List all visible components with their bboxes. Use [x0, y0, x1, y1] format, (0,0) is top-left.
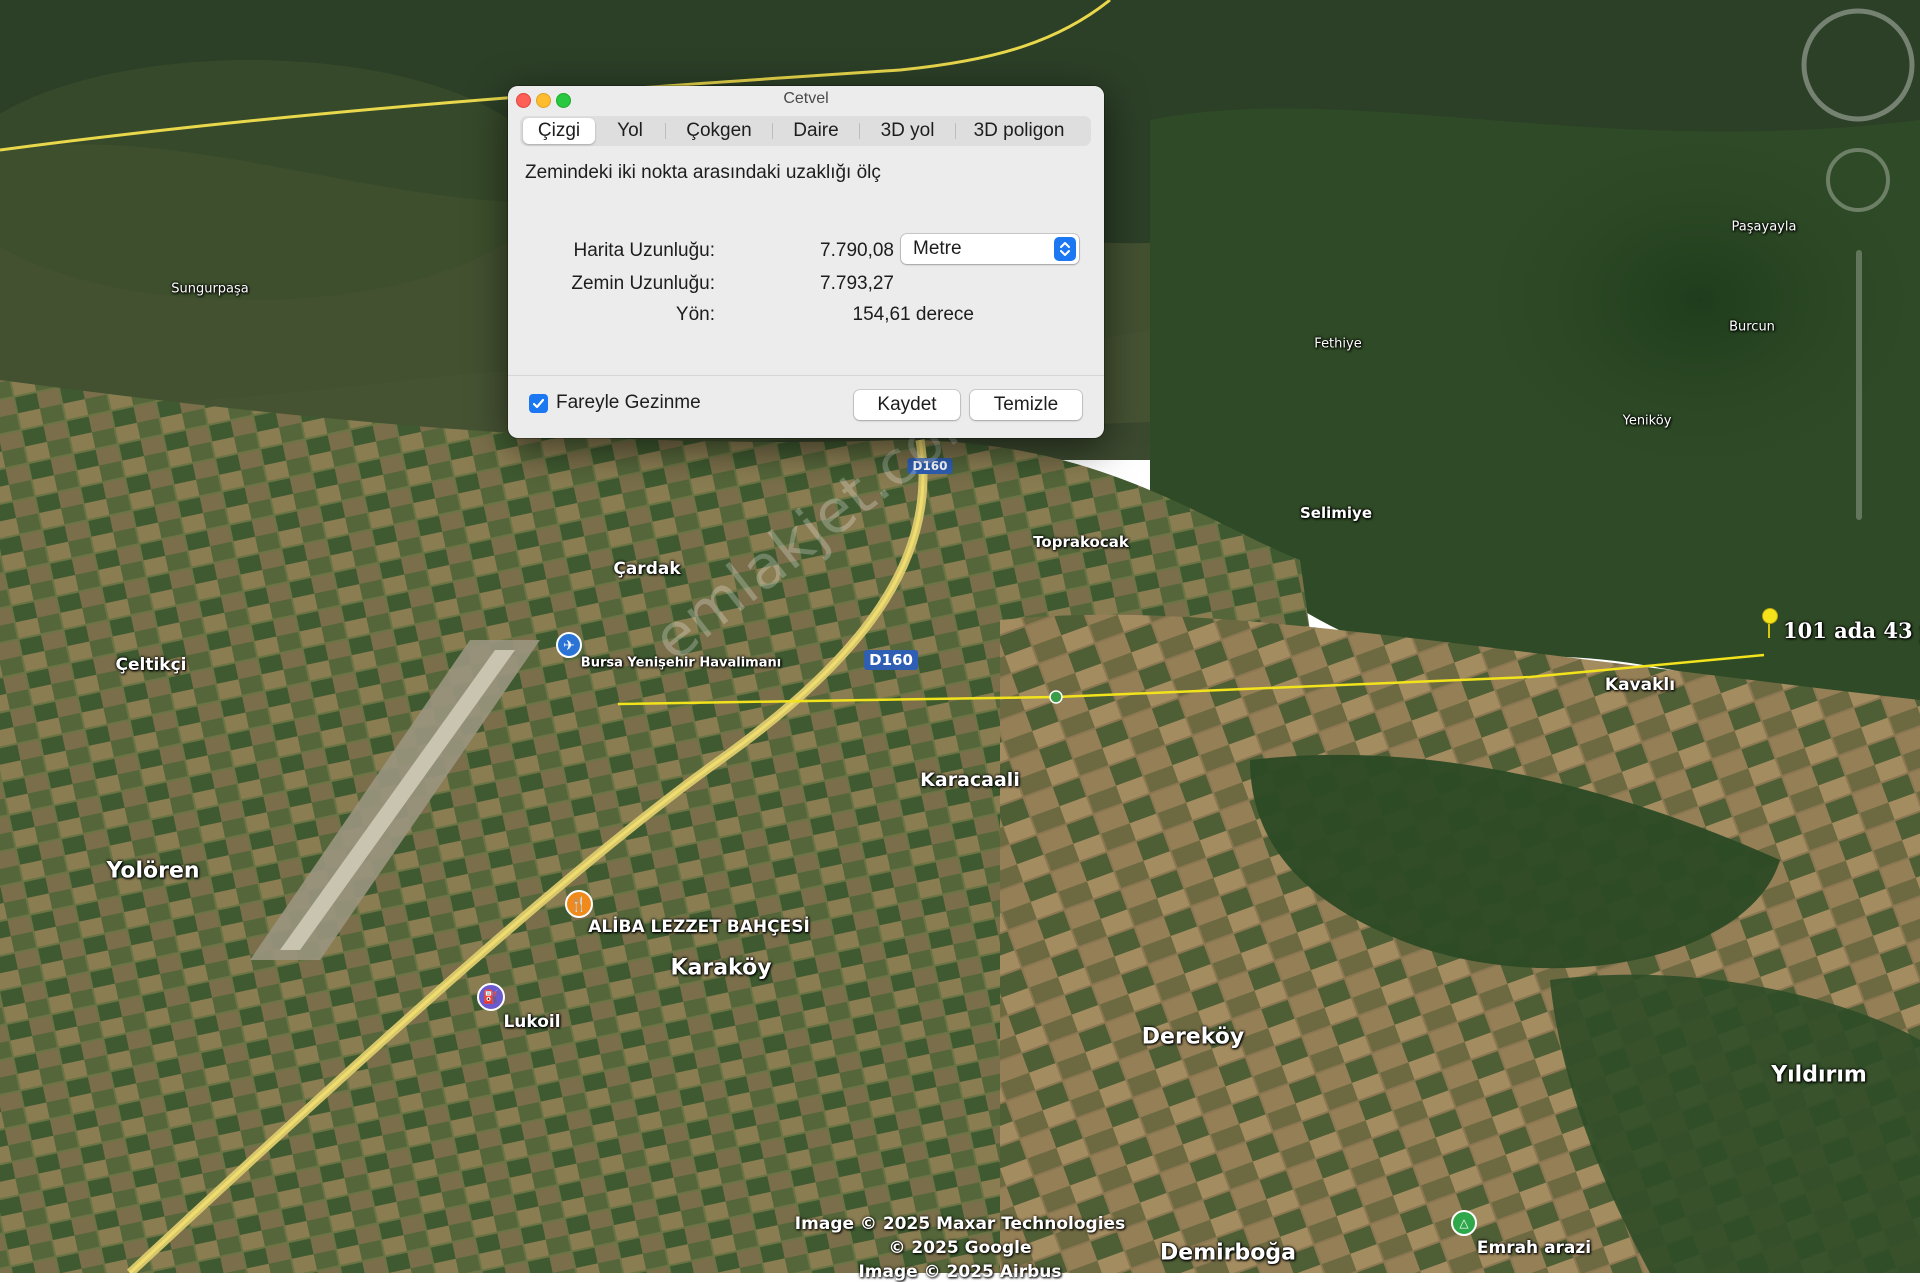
airport-icon[interactable]: ✈	[556, 632, 582, 658]
tab-path[interactable]: Yol	[595, 118, 665, 144]
heading-label: Yön:	[675, 304, 715, 325]
place-label-burcun: Burcun	[1729, 319, 1775, 335]
unit-select[interactable]: Metre	[901, 234, 1079, 264]
tab-3d-path[interactable]: 3D yol	[860, 118, 955, 144]
tab-polygon[interactable]: Çokgen	[666, 118, 772, 144]
place-label-yenikoy: Yeniköy	[1622, 413, 1672, 429]
place-label-yildirim: Yıldırım	[1771, 1062, 1867, 1088]
measure-description: Zemindeki iki nokta arasındaki uzaklığı …	[525, 162, 881, 183]
place-label-cardak: Çardak	[613, 559, 681, 579]
place-label-selimiye: Selimiye	[1300, 504, 1372, 522]
place-label-derekoy: Dereköy	[1141, 1024, 1245, 1050]
tab-3d-polygon[interactable]: 3D poligon	[956, 118, 1082, 144]
place-label-pasayayla: Paşayayla	[1731, 219, 1797, 235]
ruler-dialog: Cetvel Çizgi Yol Çokgen Daire 3D yol 3D …	[508, 86, 1104, 438]
place-label-karacaali: Karacaali	[920, 769, 1020, 791]
place-label-kavakli: Kavaklı	[1604, 675, 1676, 695]
save-button[interactable]: Kaydet	[854, 390, 960, 420]
place-label-sungurpasa: Sungurpaşa	[171, 281, 249, 297]
measure-type-tabs: Çizgi Yol Çokgen Daire 3D yol 3D poligon	[520, 116, 1091, 146]
clear-button[interactable]: Temizle	[970, 390, 1082, 420]
copyright-line-2: © 2025 Google	[888, 1238, 1032, 1258]
tab-line[interactable]: Çizgi	[523, 118, 595, 144]
copyright-line-3: Image © 2025 Airbus	[858, 1262, 1062, 1282]
divider	[508, 375, 1104, 376]
place-label-aliba: ALİBA LEZZET BAHÇESİ	[588, 917, 810, 937]
map-length-value: 7.790,08	[820, 240, 894, 261]
road-shield-d160: D160	[864, 650, 918, 670]
place-label-lukoil: Lukoil	[503, 1012, 561, 1032]
ground-length-label: Zemin Uzunluğu:	[571, 273, 715, 294]
place-label-toprakocak: Toprakocak	[1033, 533, 1129, 551]
mouse-navigation-checkbox[interactable]	[529, 394, 548, 413]
map-length-label: Harita Uzunluğu:	[573, 240, 715, 261]
unit-select-value: Metre	[913, 238, 962, 259]
dialog-titlebar[interactable]: Cetvel	[508, 86, 1104, 112]
copyright-line-1: Image © 2025 Maxar Technologies	[794, 1214, 1126, 1234]
dialog-title: Cetvel	[783, 90, 829, 107]
place-label-demirboga: Demirboğa	[1160, 1240, 1296, 1266]
place-label-fethiye: Fethiye	[1314, 336, 1362, 352]
tab-circle[interactable]: Daire	[773, 118, 859, 144]
place-label-celtikci: Çeltikçi	[115, 655, 187, 675]
mouse-navigation-label[interactable]: Fareyle Gezinme	[556, 392, 701, 414]
chevron-updown-icon	[1054, 237, 1076, 261]
ground-length-value: 7.793,27	[820, 273, 894, 294]
pushpin-icon[interactable]	[1762, 608, 1778, 638]
restaurant-icon[interactable]: 🍴	[565, 890, 593, 918]
place-label-yoloren: Yolören	[106, 858, 200, 884]
placemark-label: 101 ada 43 p	[1783, 618, 1920, 643]
park-icon[interactable]: △	[1451, 1210, 1477, 1236]
gas-station-icon[interactable]: ⛽	[477, 983, 505, 1011]
heading-value: 154,61 derece	[852, 304, 975, 325]
place-label-emrah-arazi: Emrah arazi	[1476, 1238, 1592, 1258]
place-label-karakoy: Karaköy	[670, 955, 772, 981]
